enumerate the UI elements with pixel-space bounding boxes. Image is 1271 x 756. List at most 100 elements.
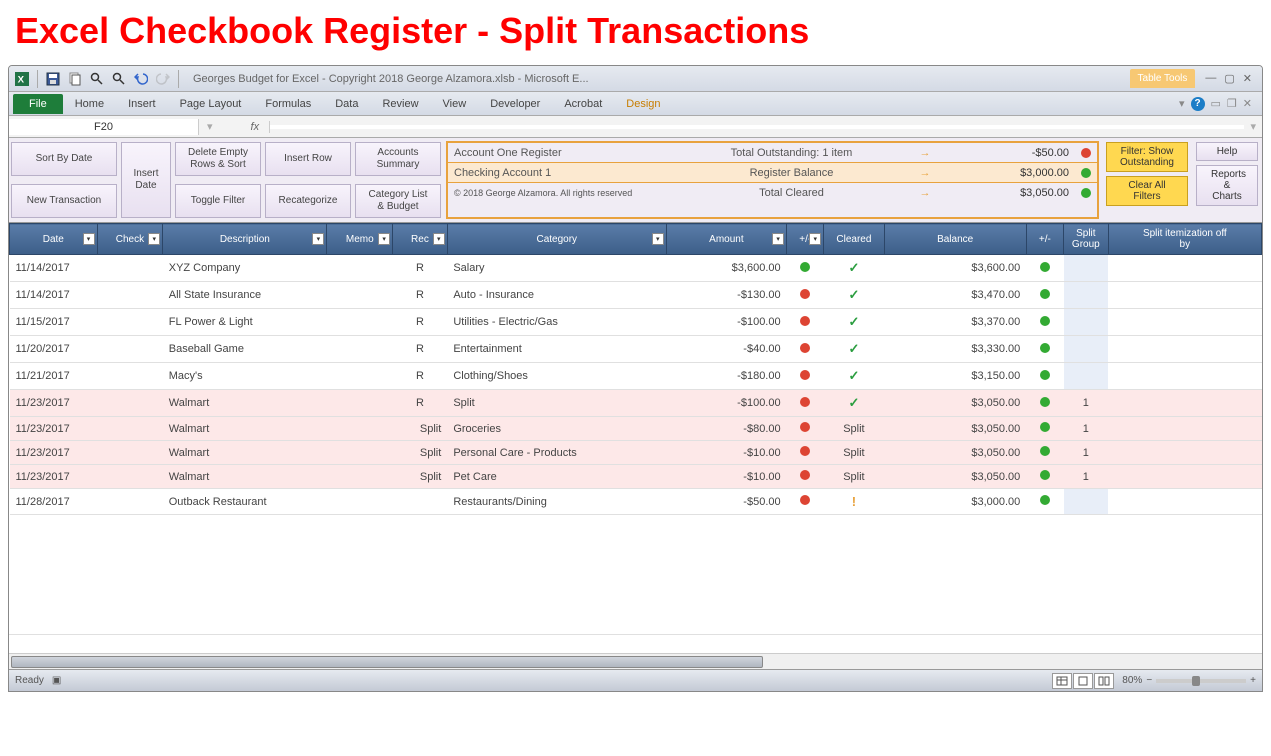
zoom-in-icon[interactable]: + [1250, 675, 1256, 686]
maximize-icon[interactable]: ▢ [1224, 72, 1234, 85]
cell-amount[interactable]: -$10.00 [666, 441, 786, 465]
cell-date[interactable]: 11/23/2017 [10, 441, 98, 465]
cell-cleared[interactable]: ✓ [824, 336, 884, 363]
cell-check[interactable] [97, 489, 163, 515]
page-break-view-icon[interactable] [1094, 673, 1114, 689]
cell-balance[interactable]: $3,330.00 [884, 336, 1026, 363]
cell-description[interactable]: Walmart [163, 441, 327, 465]
reports-charts-button[interactable]: Reports & Charts [1196, 165, 1258, 206]
table-row[interactable]: 11/21/2017Macy'sRClothing/Shoes-$180.00✓… [10, 363, 1262, 390]
cell-cleared[interactable]: ✓ [824, 309, 884, 336]
cell-description[interactable]: FL Power & Light [163, 309, 327, 336]
cell-pm2[interactable] [1026, 390, 1063, 417]
cell-memo[interactable] [327, 255, 393, 282]
cell-amount[interactable]: -$180.00 [666, 363, 786, 390]
cell-rec[interactable]: R [393, 309, 448, 336]
cell-cleared[interactable]: Split [824, 465, 884, 489]
cell-split-group[interactable]: 1 [1064, 441, 1109, 465]
cell-pm1[interactable] [787, 390, 824, 417]
category-list-button[interactable]: Category List & Budget [355, 184, 441, 218]
cell-balance[interactable]: $3,050.00 [884, 465, 1026, 489]
filter-dropdown-icon[interactable]: ▾ [148, 233, 160, 245]
cell-split-item[interactable] [1108, 390, 1261, 417]
cell-description[interactable]: XYZ Company [163, 255, 327, 282]
ribbon-dropdown-icon[interactable]: ▾ [1179, 97, 1185, 110]
header-cleared[interactable]: Cleared [836, 234, 871, 245]
header-amount[interactable]: Amount [709, 234, 743, 245]
tab-acrobat[interactable]: Acrobat [552, 94, 614, 114]
cell-balance[interactable]: $3,050.00 [884, 417, 1026, 441]
cell-description[interactable]: Walmart [163, 465, 327, 489]
cell-date[interactable]: 11/23/2017 [10, 465, 98, 489]
cell-pm1[interactable] [787, 336, 824, 363]
cell-cleared[interactable]: ✓ [824, 255, 884, 282]
cell-rec[interactable]: Split [393, 465, 448, 489]
cell-description[interactable]: Walmart [163, 390, 327, 417]
cell-memo[interactable] [327, 282, 393, 309]
cell-cleared[interactable]: Split [824, 417, 884, 441]
cell-split-group[interactable] [1064, 363, 1109, 390]
find-icon[interactable] [88, 70, 106, 88]
tab-design[interactable]: Design [614, 94, 672, 114]
cell-memo[interactable] [327, 417, 393, 441]
table-row[interactable]: 11/23/2017WalmartSplitPersonal Care - Pr… [10, 441, 1262, 465]
minimize-ribbon-icon[interactable]: ▭ [1211, 97, 1221, 110]
cell-date[interactable]: 11/21/2017 [10, 363, 98, 390]
recategorize-button[interactable]: Recategorize [265, 184, 351, 218]
copy-icon[interactable] [66, 70, 84, 88]
cell-amount[interactable]: -$100.00 [666, 309, 786, 336]
table-row[interactable]: 11/23/2017WalmartSplitPet Care-$10.00Spl… [10, 465, 1262, 489]
close-workbook-icon[interactable]: ✕ [1243, 97, 1252, 110]
cell-rec[interactable]: R [393, 255, 448, 282]
cell-check[interactable] [97, 255, 163, 282]
cell-rec[interactable]: Split [393, 417, 448, 441]
cell-amount[interactable]: -$130.00 [666, 282, 786, 309]
tab-insert[interactable]: Insert [116, 94, 168, 114]
cell-balance[interactable]: $3,470.00 [884, 282, 1026, 309]
page-layout-view-icon[interactable] [1073, 673, 1093, 689]
cell-split-group[interactable] [1064, 282, 1109, 309]
cell-description[interactable]: All State Insurance [163, 282, 327, 309]
cell-check[interactable] [97, 465, 163, 489]
spreadsheet-area[interactable]: Date▾ Check▾ Description▾ Memo▾ Rec▾ Cat… [9, 223, 1262, 653]
cell-split-item[interactable] [1108, 489, 1261, 515]
filter-dropdown-icon[interactable]: ▾ [83, 233, 95, 245]
cell-check[interactable] [97, 441, 163, 465]
cell-check[interactable] [97, 282, 163, 309]
filter-show-outstanding-button[interactable]: Filter: Show Outstanding [1106, 142, 1188, 172]
cell-category[interactable]: Pet Care [447, 465, 666, 489]
cell-cleared[interactable]: ! [824, 489, 884, 515]
zoom-out-icon[interactable]: − [1146, 675, 1152, 686]
macro-recorder-icon[interactable]: ▣ [52, 675, 61, 686]
cell-category[interactable]: Groceries [447, 417, 666, 441]
cell-pm1[interactable] [787, 489, 824, 515]
cell-description[interactable]: Outback Restaurant [163, 489, 327, 515]
table-row[interactable]: 11/14/2017XYZ CompanyRSalary$3,600.00✓$3… [10, 255, 1262, 282]
cell-pm2[interactable] [1026, 282, 1063, 309]
tab-developer[interactable]: Developer [478, 94, 552, 114]
cell-split-item[interactable] [1108, 441, 1261, 465]
cell-cleared[interactable]: Split [824, 441, 884, 465]
cell-memo[interactable] [327, 390, 393, 417]
delete-empty-rows-button[interactable]: Delete Empty Rows & Sort [175, 142, 261, 176]
close-icon[interactable]: ✕ [1243, 72, 1252, 85]
help-icon[interactable]: ? [1191, 97, 1205, 111]
cell-amount[interactable]: -$100.00 [666, 390, 786, 417]
cell-pm1[interactable] [787, 363, 824, 390]
cell-category[interactable]: Clothing/Shoes [447, 363, 666, 390]
cell-balance[interactable]: $3,370.00 [884, 309, 1026, 336]
cell-split-group[interactable]: 1 [1064, 465, 1109, 489]
new-transaction-button[interactable]: New Transaction [11, 184, 117, 218]
cell-amount[interactable]: -$50.00 [666, 489, 786, 515]
table-row[interactable]: 11/15/2017FL Power & LightRUtilities - E… [10, 309, 1262, 336]
cell-date[interactable]: 11/20/2017 [10, 336, 98, 363]
cell-check[interactable] [97, 390, 163, 417]
cell-cleared[interactable]: ✓ [824, 282, 884, 309]
cell-memo[interactable] [327, 363, 393, 390]
cell-date[interactable]: 11/14/2017 [10, 255, 98, 282]
cell-check[interactable] [97, 363, 163, 390]
clear-all-filters-button[interactable]: Clear All Filters [1106, 176, 1188, 206]
cell-split-group[interactable] [1064, 489, 1109, 515]
cell-amount[interactable]: -$80.00 [666, 417, 786, 441]
cell-rec[interactable]: Split [393, 441, 448, 465]
